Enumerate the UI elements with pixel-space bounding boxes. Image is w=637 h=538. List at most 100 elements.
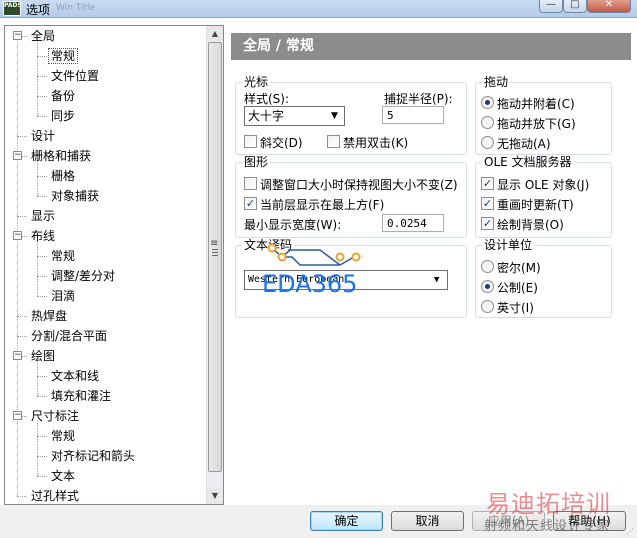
unit-option-radio[interactable] bbox=[481, 260, 494, 273]
drag-option-radio[interactable] bbox=[481, 116, 494, 129]
radio-selected-dot bbox=[485, 100, 490, 105]
collapse-icon[interactable]: − bbox=[13, 351, 22, 360]
tree-item-page[interactable]: 对齐标记和箭头 bbox=[51, 446, 135, 466]
cursor-style-select[interactable]: 大十字 ▼ bbox=[244, 106, 345, 126]
chevron-down-icon: ▼ bbox=[331, 111, 338, 121]
tree-item-page[interactable]: 泪滴 bbox=[51, 286, 75, 306]
maximize-button[interactable]: □ bbox=[563, 0, 587, 13]
tree-item-page[interactable]: 对象捕获 bbox=[51, 186, 99, 206]
ole-option-chk[interactable]: ✓ bbox=[481, 177, 494, 190]
tree-item-label: 常规 bbox=[48, 48, 79, 64]
tree-item-label: 调整/差分对 bbox=[51, 269, 116, 283]
keep-view-checkbox[interactable] bbox=[244, 177, 257, 190]
drag-option-radio[interactable] bbox=[481, 136, 494, 149]
resize-grip-icon[interactable]: ⋰ bbox=[626, 527, 636, 537]
drag-option-label: 无拖动(A) bbox=[497, 137, 551, 151]
unit-option-label: 英寸(I) bbox=[497, 301, 534, 315]
tree-item-page[interactable]: 调整/差分对 bbox=[51, 266, 115, 286]
tree-item-category[interactable]: 尺寸标注 bbox=[31, 406, 79, 426]
tree-item-label: 填充和灌注 bbox=[51, 389, 112, 403]
tree-item-label: 设计 bbox=[31, 129, 56, 143]
tree-guide bbox=[37, 161, 38, 196]
diagonal-checkbox[interactable] bbox=[244, 135, 257, 148]
tree-item-category[interactable]: 栅格和捕获 bbox=[31, 146, 91, 166]
diagonal-label: 斜交(D) bbox=[260, 136, 303, 150]
tree-item-category[interactable]: 过孔样式 bbox=[31, 486, 79, 504]
tree-guide bbox=[37, 241, 38, 296]
tree-item-label: 对象捕获 bbox=[51, 189, 100, 203]
page-title: 全局 / 常规 bbox=[231, 33, 631, 60]
tree-connector bbox=[37, 176, 47, 177]
minimize-button[interactable]: — bbox=[539, 0, 563, 13]
tree-item-category[interactable]: 绘图 bbox=[31, 346, 55, 366]
tree-connector bbox=[37, 476, 47, 477]
tree-item-label: 备份 bbox=[51, 89, 76, 103]
collapse-icon[interactable]: − bbox=[13, 31, 22, 40]
unit-option-radio[interactable] bbox=[481, 300, 494, 313]
tree-item-label: 显示 bbox=[31, 209, 56, 223]
drag-option-label: 拖动并附着(C) bbox=[497, 97, 575, 111]
unit-option-label: 公制(E) bbox=[497, 281, 538, 295]
window-title: 选项 bbox=[26, 3, 51, 17]
tree-connector bbox=[17, 136, 27, 137]
ole-option-chk[interactable]: ✓ bbox=[481, 197, 494, 210]
tree-connector bbox=[37, 116, 47, 117]
tree-connector bbox=[37, 436, 47, 437]
collapse-icon[interactable]: − bbox=[13, 151, 22, 160]
tree-connector bbox=[37, 276, 47, 277]
tree-item-page[interactable]: 文件位置 bbox=[51, 66, 99, 86]
cursor-style-value: 大十字 bbox=[248, 109, 285, 123]
tree-item-page[interactable]: 备份 bbox=[51, 86, 75, 106]
tree-guide bbox=[17, 36, 18, 496]
tree-item-category[interactable]: 设计 bbox=[31, 126, 55, 146]
tree-item-label: 文本 bbox=[51, 469, 76, 483]
tree-item-category[interactable]: 热焊盘 bbox=[31, 306, 67, 326]
tree-item-category[interactable]: 分割/混合平面 bbox=[31, 326, 107, 346]
ok-button[interactable]: 确定 bbox=[310, 511, 383, 531]
keep-view-label: 调整窗口大小时保持视图大小不变(Z) bbox=[260, 178, 458, 192]
tree-item-page[interactable]: 同步 bbox=[51, 106, 75, 126]
cancel-button[interactable]: 取消 bbox=[391, 511, 464, 531]
tree-item-label: 文本和线 bbox=[51, 369, 100, 383]
tree-item-page[interactable]: 填充和灌注 bbox=[51, 386, 111, 406]
tree-item-label: 泪滴 bbox=[51, 289, 76, 303]
tree-item-category[interactable]: 显示 bbox=[31, 206, 55, 226]
tree-scrollbar[interactable]: ▲ ▼ bbox=[206, 26, 223, 504]
current-layer-top-checkbox[interactable]: ✓ bbox=[244, 197, 257, 210]
tree-item-label: 文件位置 bbox=[51, 69, 100, 83]
ole-group-title: OLE 文档服务器 bbox=[482, 155, 574, 169]
tree-connector bbox=[37, 396, 47, 397]
tree-item-label: 栅格和捕获 bbox=[31, 149, 92, 163]
tree-item-label: 热焊盘 bbox=[31, 309, 68, 323]
scroll-up-arrow-icon[interactable]: ▲ bbox=[207, 26, 223, 42]
design-units-group: 设计单位 bbox=[475, 238, 612, 318]
options-tree[interactable]: 全局 − 常规 文件位置 备份 同步 设计 栅格和捕获 − 栅格 对象捕获 显示 布线 − 常规 调整/差分对… bbox=[4, 25, 224, 505]
scroll-thumb[interactable] bbox=[208, 42, 222, 472]
tree-item-page[interactable]: 文本 bbox=[51, 466, 75, 486]
tree-item-category[interactable]: 布线 bbox=[31, 226, 55, 246]
drag-option-radio[interactable] bbox=[481, 96, 494, 109]
tree-guide bbox=[37, 421, 38, 476]
snap-radius-input[interactable] bbox=[382, 106, 444, 124]
tree-item-label: 绘图 bbox=[31, 349, 56, 363]
unit-option-radio[interactable] bbox=[481, 280, 494, 293]
tree-item-page[interactable]: 常规 bbox=[51, 426, 75, 446]
panel-splitter[interactable] bbox=[226, 25, 230, 505]
tree-item-page[interactable]: 常规 bbox=[51, 246, 75, 266]
collapse-icon[interactable]: − bbox=[13, 411, 22, 420]
tree-item-label: 布线 bbox=[31, 229, 56, 243]
tree-connector bbox=[37, 256, 47, 257]
tree-item-category[interactable]: 全局 bbox=[31, 26, 55, 46]
radio-selected-dot bbox=[485, 284, 490, 289]
close-button[interactable]: ✕ bbox=[587, 0, 631, 13]
tree-item-label: 全局 bbox=[31, 29, 56, 43]
tree-item-page[interactable]: 常规 bbox=[48, 46, 79, 66]
tree-item-page[interactable]: 栅格 bbox=[51, 166, 75, 186]
no-double-click-checkbox[interactable] bbox=[327, 135, 340, 148]
ole-option-chk[interactable]: ✓ bbox=[481, 217, 494, 230]
scroll-down-arrow-icon[interactable]: ▼ bbox=[207, 488, 223, 504]
min-width-input[interactable] bbox=[382, 214, 444, 232]
tree-item-page[interactable]: 文本和线 bbox=[51, 366, 99, 386]
tree-item-label: 栅格 bbox=[51, 169, 76, 183]
collapse-icon[interactable]: − bbox=[13, 231, 22, 240]
